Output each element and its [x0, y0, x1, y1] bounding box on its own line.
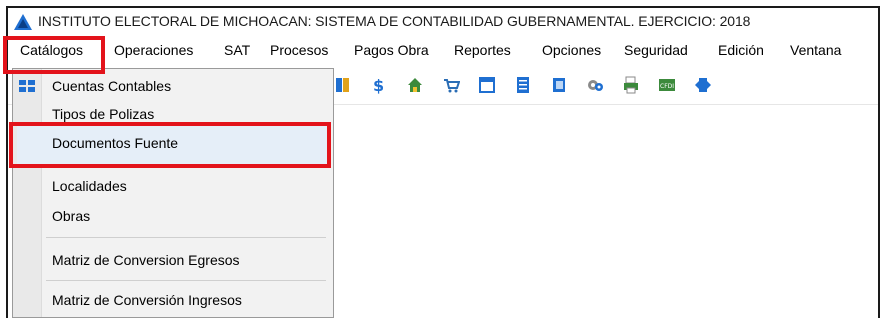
accounts-icon: [19, 79, 35, 93]
menu-opciones[interactable]: Opciones: [542, 42, 601, 58]
menu-item-matriz-egresos[interactable]: Matriz de Conversion Egresos: [52, 252, 240, 268]
dollar-icon[interactable]: $: [370, 76, 388, 95]
cart-icon[interactable]: [442, 76, 461, 94]
exit-icon[interactable]: [694, 76, 712, 94]
svg-text:CFDI: CFDI: [660, 83, 674, 90]
menu-item-matriz-ingresos[interactable]: Matriz de Conversión Ingresos: [52, 292, 242, 308]
cfdi-icon[interactable]: CFDI: [658, 76, 676, 94]
printer-icon[interactable]: [622, 76, 640, 94]
menu-sat[interactable]: SAT: [224, 42, 250, 58]
menu-ventana[interactable]: Ventana: [790, 42, 841, 58]
menu-item-localidades[interactable]: Localidades: [52, 178, 127, 194]
house-icon[interactable]: [406, 76, 424, 94]
menu-operaciones[interactable]: Operaciones: [114, 42, 193, 58]
menu-seguridad[interactable]: Seguridad: [624, 42, 688, 58]
menu-item-documentos-fuente[interactable]: Documentos Fuente: [52, 135, 178, 151]
menu-separator: [46, 280, 326, 281]
app-logo-icon: [14, 14, 32, 30]
menu-gutter: [13, 69, 42, 317]
menu-bar: Catálogos Operaciones SAT Procesos Pagos…: [8, 38, 878, 64]
title-bar: INSTITUTO ELECTORAL DE MICHOACAN: SISTEM…: [8, 8, 878, 36]
window-title: INSTITUTO ELECTORAL DE MICHOACAN: SISTEM…: [38, 13, 751, 29]
document-icon[interactable]: [514, 76, 532, 94]
window-icon[interactable]: [478, 76, 496, 94]
menu-separator: [46, 237, 326, 238]
svg-text:$: $: [373, 76, 384, 94]
notebook-icon[interactable]: [550, 76, 568, 94]
menu-catalogos[interactable]: Catálogos: [20, 42, 83, 58]
gears-icon[interactable]: [586, 76, 604, 94]
book-icon[interactable]: [334, 76, 352, 94]
menu-reportes[interactable]: Reportes: [454, 42, 511, 58]
menu-pagos-obra[interactable]: Pagos Obra: [354, 42, 429, 58]
menu-procesos[interactable]: Procesos: [270, 42, 328, 58]
menu-separator: [46, 166, 326, 167]
menu-item-cuentas-contables[interactable]: Cuentas Contables: [52, 78, 171, 94]
menu-edicion[interactable]: Edición: [718, 42, 764, 58]
menu-item-tipos-de-polizas[interactable]: Tipos de Polizas: [52, 106, 154, 122]
menu-item-obras[interactable]: Obras: [52, 208, 90, 224]
